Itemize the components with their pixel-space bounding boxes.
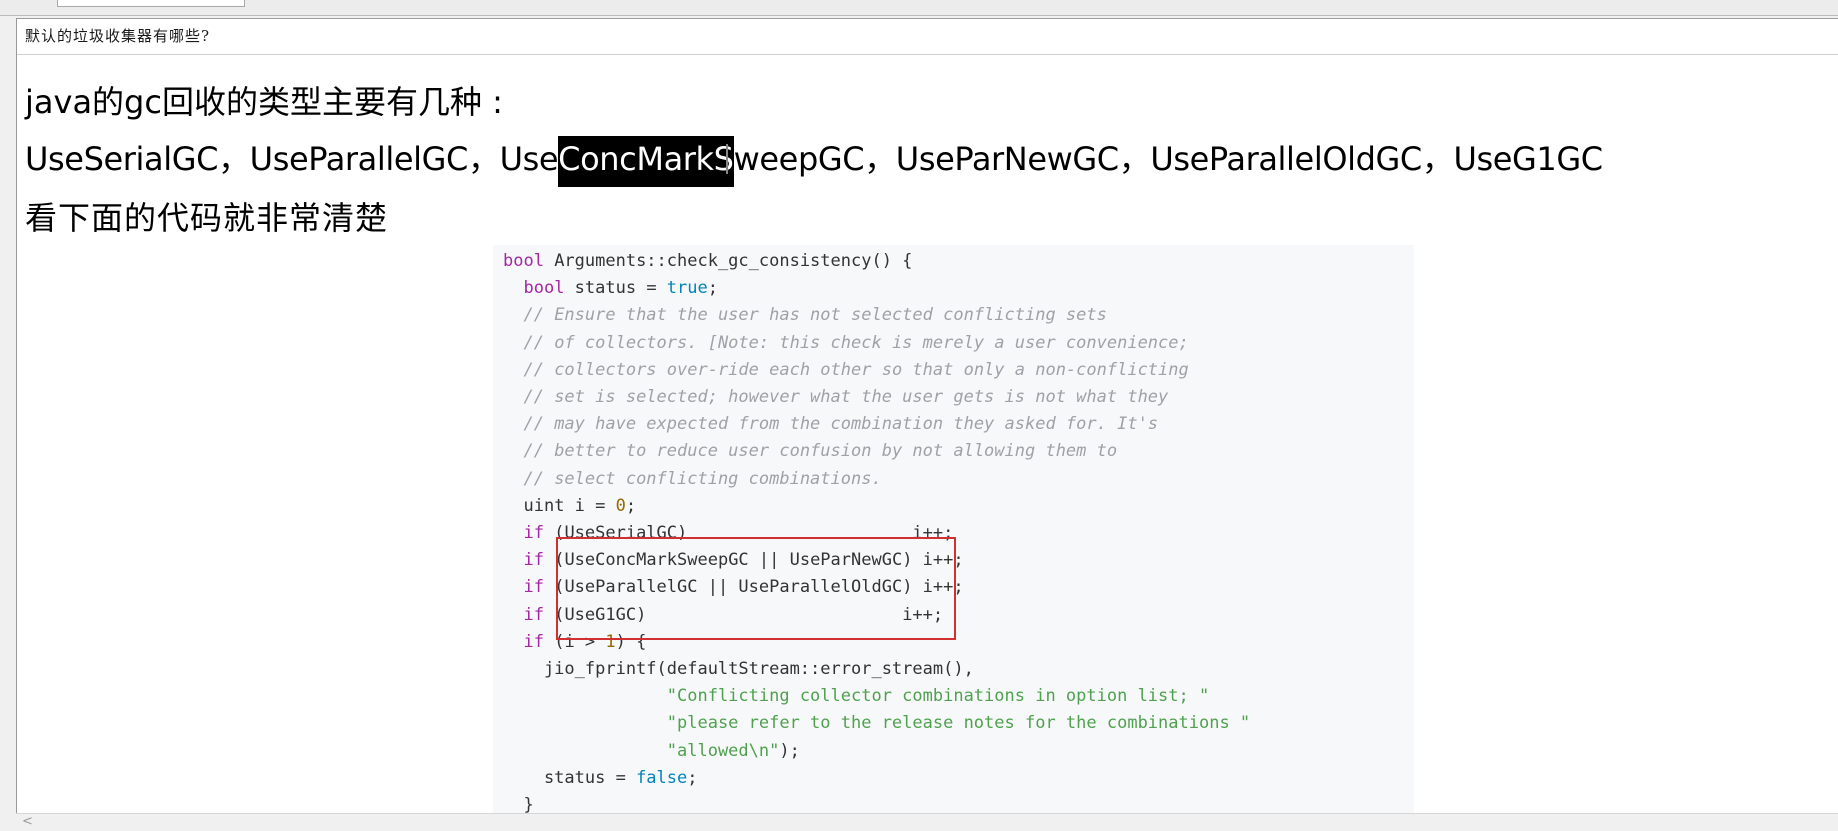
code-screenshot: bool Arguments::check_gc_consistency() {… [493, 245, 1414, 823]
code-keyword: if [523, 550, 544, 571]
scroll-left-icon[interactable]: < [22, 814, 33, 829]
code-keyword: if [523, 523, 544, 544]
code-comment: // select conflicting combinations. [523, 468, 882, 489]
code-text: ); [779, 740, 800, 761]
highlight-box [556, 537, 956, 640]
code-text: Arguments::check_gc_consistency() { [543, 251, 913, 271]
code-comment: // better to reduce user confusion by no… [523, 441, 1118, 462]
code-text: ; [687, 767, 698, 788]
question-title: 默认的垃圾收集器有哪些? [25, 27, 211, 45]
horizontal-scrollbar[interactable]: < [16, 813, 1838, 831]
code-keyword: if [523, 631, 544, 652]
code-text: jio_fprintf(defaultStream::error_stream(… [503, 659, 974, 680]
code-string: "Conflicting collector combinations in o… [666, 686, 1210, 707]
code-comment: // collectors over-ride each other so th… [523, 359, 1189, 380]
gc-list-after: weepGC，UseParNewGC，UseParallelOldGC，UseG… [733, 140, 1604, 178]
text-cursor-icon [725, 144, 728, 174]
code-keyword: bool [503, 251, 544, 271]
top-toolbar [0, 0, 1838, 16]
code-text: ; [707, 278, 718, 299]
code-comment: // Ensure that the user has not selected… [523, 305, 1107, 326]
toolbar-field[interactable] [57, 0, 245, 7]
code-keyword: if [523, 577, 544, 598]
code-string: "allowed\n" [666, 740, 780, 761]
code-comment: // of collectors. [Note: this check is m… [523, 332, 1189, 353]
code-string: "please refer to the release notes for t… [666, 713, 1251, 734]
heading-gc-types: java的gc回收的类型主要有几种 : [25, 83, 503, 121]
code-comment: // set is selected; however what the use… [523, 387, 1169, 408]
code-comment: // may have expected from the combinatio… [523, 414, 1159, 435]
code-text: ; [625, 495, 637, 516]
code-text: status = [564, 278, 667, 299]
code-literal: false [636, 767, 688, 788]
document-editor[interactable]: 默认的垃圾收集器有哪些? java的gc回收的类型主要有几种 : UseSeri… [16, 18, 1838, 823]
code-keyword: if [523, 604, 544, 625]
gc-collector-list: UseSerialGC，UseParallelGC，UseConcMarkSwe… [25, 134, 1604, 187]
selected-text-highlight[interactable]: ConcMarkS [558, 136, 734, 187]
code-number: 0 [615, 495, 626, 516]
code-literal: true [666, 278, 708, 299]
code-keyword: bool [523, 278, 565, 299]
heading-see-code: 看下面的代码就非常清楚 [25, 199, 389, 237]
code-text: uint i = [523, 495, 616, 516]
code-block: bool Arguments::check_gc_consistency() {… [503, 248, 1250, 819]
gc-list-before: UseSerialGC，UseParallelGC，Use [25, 140, 559, 178]
title-divider [17, 54, 1838, 55]
code-text: status = [503, 767, 637, 788]
